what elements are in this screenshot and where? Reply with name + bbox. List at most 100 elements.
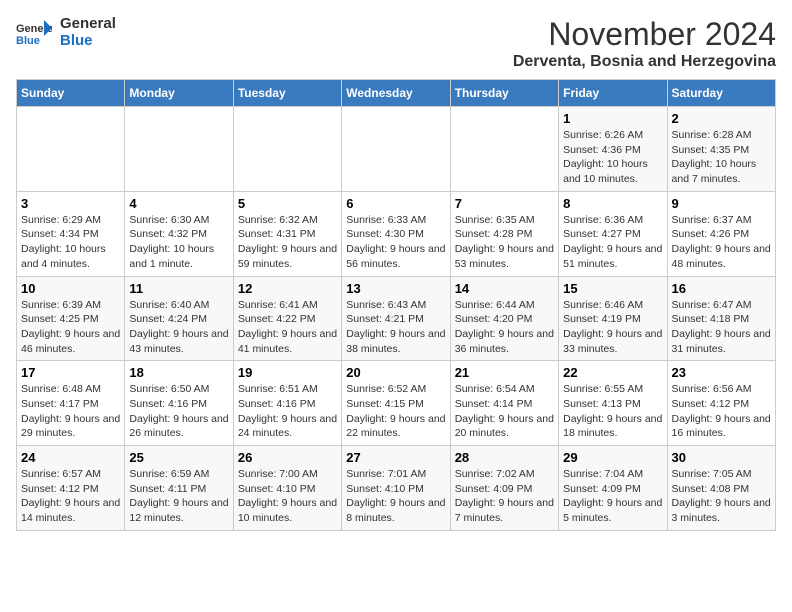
calendar-table: SundayMondayTuesdayWednesdayThursdayFrid… [16,79,776,531]
calendar-cell [233,107,341,192]
day-number: 20 [346,365,445,380]
calendar-cell [17,107,125,192]
calendar-cell: 3 Sunrise: 6:29 AM Sunset: 4:34 PM Daylig… [17,191,125,276]
calendar-cell: 26 Sunrise: 7:00 AM Sunset: 4:10 PM Dayli… [233,446,341,531]
calendar-cell: 17 Sunrise: 6:48 AM Sunset: 4:17 PM Dayli… [17,361,125,446]
calendar-week-2: 3 Sunrise: 6:29 AM Sunset: 4:34 PM Daylig… [17,191,776,276]
day-number: 24 [21,450,120,465]
day-number: 7 [455,196,554,211]
day-info: Sunrise: 7:04 AM Sunset: 4:09 PM Dayligh… [563,467,662,526]
calendar-cell: 16 Sunrise: 6:47 AM Sunset: 4:18 PM Dayli… [667,276,775,361]
day-info: Sunrise: 6:48 AM Sunset: 4:17 PM Dayligh… [21,382,120,441]
calendar-cell [125,107,233,192]
calendar-cell: 28 Sunrise: 7:02 AM Sunset: 4:09 PM Dayli… [450,446,558,531]
location-title: Derventa, Bosnia and Herzegovina [513,53,776,71]
day-info: Sunrise: 6:40 AM Sunset: 4:24 PM Dayligh… [129,298,228,357]
day-number: 26 [238,450,337,465]
calendar-cell: 25 Sunrise: 6:59 AM Sunset: 4:11 PM Dayli… [125,446,233,531]
day-number: 27 [346,450,445,465]
calendar-cell: 4 Sunrise: 6:30 AM Sunset: 4:32 PM Daylig… [125,191,233,276]
day-info: Sunrise: 7:01 AM Sunset: 4:10 PM Dayligh… [346,467,445,526]
day-number: 29 [563,450,662,465]
weekday-header-friday: Friday [559,80,667,107]
day-info: Sunrise: 6:28 AM Sunset: 4:35 PM Dayligh… [672,128,771,187]
weekday-header-sunday: Sunday [17,80,125,107]
day-number: 14 [455,281,554,296]
day-info: Sunrise: 6:35 AM Sunset: 4:28 PM Dayligh… [455,213,554,272]
calendar-week-4: 17 Sunrise: 6:48 AM Sunset: 4:17 PM Dayli… [17,361,776,446]
title-area: November 2024 Derventa, Bosnia and Herze… [513,16,776,71]
day-info: Sunrise: 6:30 AM Sunset: 4:32 PM Dayligh… [129,213,228,272]
day-number: 19 [238,365,337,380]
day-number: 15 [563,281,662,296]
day-number: 9 [672,196,771,211]
logo: General Blue General Blue [16,16,116,49]
day-info: Sunrise: 7:00 AM Sunset: 4:10 PM Dayligh… [238,467,337,526]
day-number: 16 [672,281,771,296]
calendar-cell: 14 Sunrise: 6:44 AM Sunset: 4:20 PM Dayli… [450,276,558,361]
calendar-cell: 18 Sunrise: 6:50 AM Sunset: 4:16 PM Dayli… [125,361,233,446]
calendar-cell [342,107,450,192]
weekday-header-wednesday: Wednesday [342,80,450,107]
calendar-cell: 8 Sunrise: 6:36 AM Sunset: 4:27 PM Daylig… [559,191,667,276]
day-info: Sunrise: 6:29 AM Sunset: 4:34 PM Dayligh… [21,213,120,272]
day-number: 25 [129,450,228,465]
day-number: 6 [346,196,445,211]
calendar-cell: 6 Sunrise: 6:33 AM Sunset: 4:30 PM Daylig… [342,191,450,276]
weekday-header-saturday: Saturday [667,80,775,107]
day-info: Sunrise: 6:47 AM Sunset: 4:18 PM Dayligh… [672,298,771,357]
day-info: Sunrise: 6:37 AM Sunset: 4:26 PM Dayligh… [672,213,771,272]
day-info: Sunrise: 7:02 AM Sunset: 4:09 PM Dayligh… [455,467,554,526]
day-info: Sunrise: 6:54 AM Sunset: 4:14 PM Dayligh… [455,382,554,441]
day-info: Sunrise: 6:33 AM Sunset: 4:30 PM Dayligh… [346,213,445,272]
day-info: Sunrise: 6:59 AM Sunset: 4:11 PM Dayligh… [129,467,228,526]
day-number: 10 [21,281,120,296]
day-number: 12 [238,281,337,296]
calendar-cell: 30Sunrise: 7:05 AM Sunset: 4:08 PM Dayli… [667,446,775,531]
day-number: 8 [563,196,662,211]
calendar-cell: 12 Sunrise: 6:41 AM Sunset: 4:22 PM Dayli… [233,276,341,361]
header: General Blue General Blue November 2024 … [16,16,776,71]
day-info: Sunrise: 6:39 AM Sunset: 4:25 PM Dayligh… [21,298,120,357]
logo-blue-text: Blue [60,33,116,50]
weekday-header-thursday: Thursday [450,80,558,107]
calendar-cell: 1Sunrise: 6:26 AM Sunset: 4:36 PM Daylig… [559,107,667,192]
day-info: Sunrise: 6:44 AM Sunset: 4:20 PM Dayligh… [455,298,554,357]
logo-general-text: General [60,16,116,33]
calendar-cell: 23Sunrise: 6:56 AM Sunset: 4:12 PM Dayli… [667,361,775,446]
weekday-header-tuesday: Tuesday [233,80,341,107]
day-number: 4 [129,196,228,211]
day-number: 13 [346,281,445,296]
calendar-cell: 27 Sunrise: 7:01 AM Sunset: 4:10 PM Dayli… [342,446,450,531]
calendar-cell: 20 Sunrise: 6:52 AM Sunset: 4:15 PM Dayli… [342,361,450,446]
day-number: 28 [455,450,554,465]
day-info: Sunrise: 6:52 AM Sunset: 4:15 PM Dayligh… [346,382,445,441]
day-number: 18 [129,365,228,380]
day-number: 17 [21,365,120,380]
day-number: 22 [563,365,662,380]
calendar-cell: 9 Sunrise: 6:37 AM Sunset: 4:26 PM Daylig… [667,191,775,276]
calendar-cell: 10 Sunrise: 6:39 AM Sunset: 4:25 PM Dayli… [17,276,125,361]
day-info: Sunrise: 6:36 AM Sunset: 4:27 PM Dayligh… [563,213,662,272]
day-number: 23 [672,365,771,380]
calendar-cell: 24 Sunrise: 6:57 AM Sunset: 4:12 PM Dayli… [17,446,125,531]
logo-icon: General Blue [16,18,52,48]
day-info: Sunrise: 6:51 AM Sunset: 4:16 PM Dayligh… [238,382,337,441]
day-number: 3 [21,196,120,211]
day-info: Sunrise: 6:41 AM Sunset: 4:22 PM Dayligh… [238,298,337,357]
day-number: 11 [129,281,228,296]
day-info: Sunrise: 6:46 AM Sunset: 4:19 PM Dayligh… [563,298,662,357]
calendar-cell: 15 Sunrise: 6:46 AM Sunset: 4:19 PM Dayli… [559,276,667,361]
calendar-cell: 29 Sunrise: 7:04 AM Sunset: 4:09 PM Dayli… [559,446,667,531]
day-number: 21 [455,365,554,380]
calendar-cell: 11 Sunrise: 6:40 AM Sunset: 4:24 PM Dayli… [125,276,233,361]
day-info: Sunrise: 6:57 AM Sunset: 4:12 PM Dayligh… [21,467,120,526]
day-info: Sunrise: 7:05 AM Sunset: 4:08 PM Dayligh… [672,467,771,526]
calendar-week-1: 1Sunrise: 6:26 AM Sunset: 4:36 PM Daylig… [17,107,776,192]
day-info: Sunrise: 6:50 AM Sunset: 4:16 PM Dayligh… [129,382,228,441]
calendar-cell: 21 Sunrise: 6:54 AM Sunset: 4:14 PM Dayli… [450,361,558,446]
calendar-cell: 5Sunrise: 6:32 AM Sunset: 4:31 PM Daylig… [233,191,341,276]
day-info: Sunrise: 6:55 AM Sunset: 4:13 PM Dayligh… [563,382,662,441]
svg-text:Blue: Blue [16,35,40,47]
calendar-week-5: 24 Sunrise: 6:57 AM Sunset: 4:12 PM Dayli… [17,446,776,531]
